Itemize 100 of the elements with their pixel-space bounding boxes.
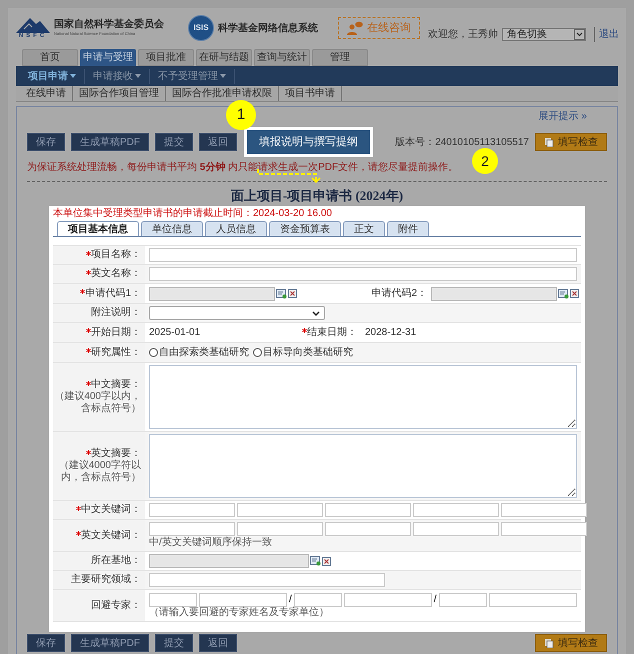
caret-icon [220, 74, 226, 78]
form-tab[interactable]: 单位信息 [141, 221, 203, 236]
sub-nav-link[interactable]: 在线申请 [20, 86, 73, 101]
text-area[interactable] [149, 365, 577, 429]
page-title: 面上项目-项目申请书 (2024年) [230, 188, 404, 204]
select-field[interactable] [149, 306, 325, 320]
form-tab[interactable]: 附件 [387, 221, 429, 236]
toolbar-button[interactable]: 提交 [155, 634, 193, 652]
clear-icon[interactable] [570, 289, 579, 298]
sub-nav-link[interactable]: 国际合作项目管理 [73, 86, 166, 101]
form-tab[interactable]: 人员信息 [205, 221, 267, 236]
field-label: 附注说明： [91, 307, 141, 319]
picker-icon[interactable] [558, 288, 569, 298]
input-field[interactable] [149, 248, 577, 262]
input-field[interactable] [325, 522, 411, 536]
separator-text: / [289, 593, 292, 606]
system-logo: ISIS [188, 15, 214, 41]
toolbar-button[interactable]: 填报说明与撰写提纲 [247, 130, 370, 154]
input-field[interactable] [149, 592, 197, 606]
field-label: 所在基地： [91, 555, 141, 567]
main-tab[interactable]: 首页 [22, 49, 78, 66]
form-tab[interactable]: 项目基本信息 [57, 221, 139, 236]
field-label: 英文关键词： [81, 530, 141, 542]
caret-icon [70, 74, 76, 78]
input-field[interactable] [149, 286, 275, 300]
picker-icon[interactable] [276, 288, 287, 298]
notice-text: 为保证系统处理流畅，每份申请书平均 5分钟 内只能请求生成一次PDF文件，请您尽量提前操作。 [27, 160, 458, 175]
field-label: 申请代码2： [370, 286, 428, 301]
check-button[interactable]: 填写检查 [535, 634, 607, 652]
input-field[interactable] [237, 522, 323, 536]
separator-text: / [434, 593, 437, 607]
field-label: 开始日期： [91, 326, 141, 338]
note-text: （请输入要回避的专家姓名及专家单位） [149, 607, 330, 619]
chevron-down-icon [312, 310, 320, 316]
input-field[interactable] [149, 554, 309, 568]
form-tab[interactable]: 资金预算表 [269, 221, 341, 236]
toolbar-button[interactable]: 提交 [155, 133, 193, 151]
input-field[interactable] [488, 592, 577, 606]
toolbar-button[interactable]: 返回 [199, 634, 237, 652]
form-tab[interactable]: 正文 [343, 221, 385, 236]
main-tab[interactable]: 申请与受理 [80, 49, 136, 66]
input-field[interactable] [294, 592, 342, 606]
caret-icon [135, 74, 141, 78]
input-field[interactable] [149, 267, 577, 281]
clear-icon[interactable] [288, 289, 297, 298]
main-tab[interactable]: 项目批准 [138, 49, 194, 66]
check-button[interactable]: 填写检查 [535, 133, 607, 151]
input-field[interactable] [237, 503, 323, 517]
toolbar-button[interactable]: 保存 [27, 634, 65, 652]
date-value: 2025-01-01 [149, 326, 202, 340]
field-label: 中文关键词： [81, 504, 141, 516]
input-field[interactable] [438, 592, 487, 606]
date-value: 2028-12-31 [364, 326, 416, 340]
org-name: 国家自然科学基金委员会 [54, 19, 164, 31]
input-field[interactable] [149, 503, 235, 517]
clear-icon[interactable] [322, 556, 331, 566]
field-label: 结束日期： [307, 326, 357, 340]
radio-option[interactable]: 自由探索类基础研究 [149, 345, 249, 360]
input-field[interactable] [413, 503, 499, 517]
field-label: 英文摘要： [91, 448, 141, 460]
input-field[interactable] [344, 592, 432, 606]
field-label: 申请代码1： [85, 288, 141, 300]
welcome-text: 欢迎您，王秀帅 [428, 28, 498, 42]
document-icon [544, 137, 554, 147]
field-label: 英文名称： [91, 268, 141, 280]
toolbar-button[interactable]: 生成草稿PDF [71, 634, 149, 652]
main-tab[interactable]: 在研与结题 [196, 49, 252, 66]
field-label: 主要研究领域： [71, 574, 141, 586]
nav-menu-item[interactable]: 申请接收 [85, 68, 150, 84]
toolbar-button[interactable]: 生成草稿PDF [71, 133, 149, 151]
input-field[interactable] [199, 592, 287, 606]
input-field[interactable] [149, 573, 385, 587]
field-label: 中文摘要： [91, 379, 141, 390]
field-hint: （建议4000字符以内，含标点符号） [58, 460, 141, 484]
toolbar-button[interactable]: 返回 [199, 133, 237, 151]
document-icon [544, 638, 554, 648]
picker-icon[interactable] [310, 556, 321, 566]
field-label: 回避专家： [91, 600, 141, 612]
text-area[interactable] [149, 434, 577, 498]
nav-menu-item[interactable]: 不予受理管理 [150, 68, 235, 84]
input-field[interactable] [501, 503, 587, 517]
toolbar-button[interactable]: 保存 [27, 133, 65, 151]
person-chat-icon [347, 21, 363, 35]
input-field[interactable] [149, 522, 235, 536]
input-field[interactable] [413, 522, 499, 536]
input-field[interactable] [431, 286, 557, 300]
deadline-text: 本单位集中受理类型申请书的申请截止时间：2024-03-20 16.00 [53, 206, 333, 221]
field-label: 项目名称： [91, 249, 141, 261]
input-field[interactable] [325, 503, 411, 517]
mountain-logo-icon [16, 16, 50, 32]
main-tab[interactable]: 管理 [312, 49, 368, 66]
nav-menu-item[interactable]: 项目申请 [20, 68, 85, 84]
logout-link[interactable]: 退出 [594, 26, 619, 42]
input-field[interactable] [501, 522, 587, 536]
version-text: 版本号：24010105113105517 [395, 136, 529, 150]
expand-hints-link[interactable]: 展开提示 » [538, 109, 587, 124]
sub-nav-link[interactable]: 项目书申请 [279, 86, 342, 101]
main-tab[interactable]: 查询与统计 [254, 49, 310, 66]
role-select[interactable]: 角色切换 [502, 28, 586, 40]
radio-option[interactable]: 目标导向类基础研究 [253, 345, 353, 360]
